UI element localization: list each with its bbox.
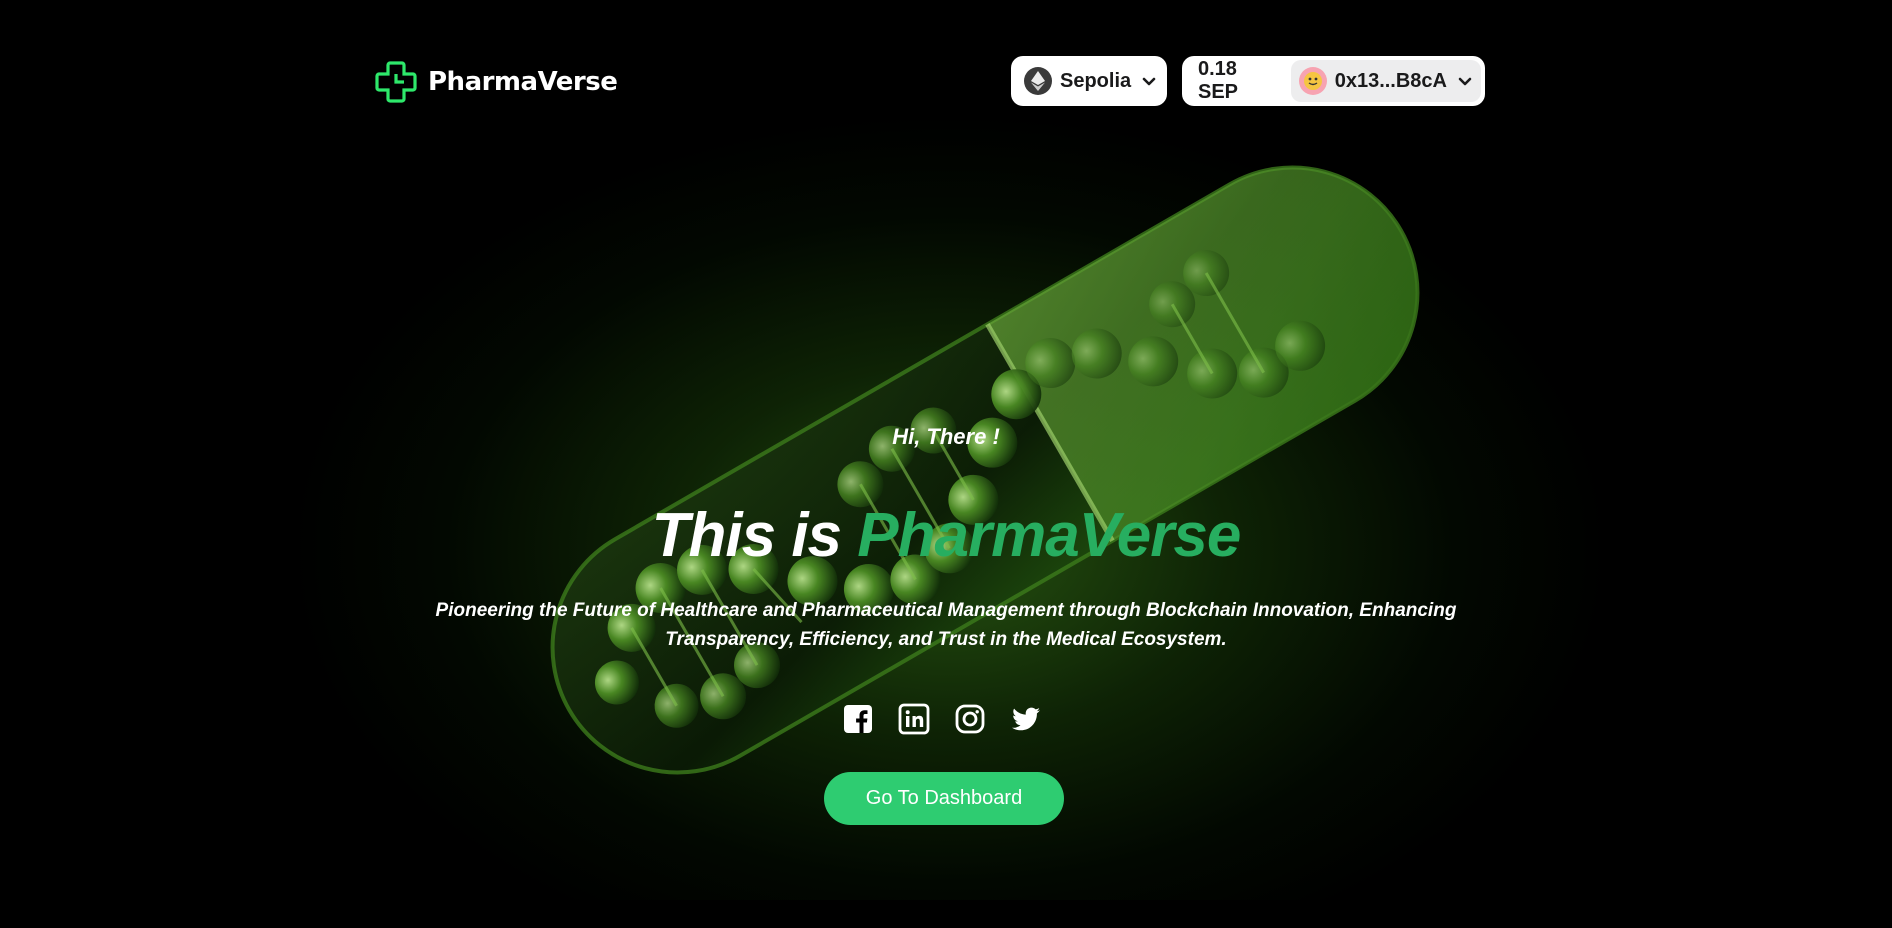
wallet-balance: 0.18 SEP	[1198, 58, 1239, 103]
headline-prefix: This is	[651, 501, 858, 570]
social-links	[842, 703, 1042, 735]
brand-logo[interactable]: PharmaVerse	[374, 60, 618, 104]
twitter-icon[interactable]	[1010, 703, 1042, 735]
hero-greeting: Hi, There !	[892, 424, 1000, 449]
avatar-icon	[1298, 67, 1327, 95]
instagram-icon[interactable]	[954, 703, 986, 735]
network-selector-button[interactable]: Sepolia	[1011, 56, 1167, 106]
account-address-pill[interactable]: 0x13...B8cA	[1290, 60, 1481, 102]
go-to-dashboard-button[interactable]: Go To Dashboard	[824, 772, 1064, 825]
account-address: 0x13...B8cA	[1334, 69, 1447, 92]
account-button[interactable]: 0.18 SEP 0x13...B8cA	[1182, 56, 1485, 106]
ethereum-icon	[1024, 67, 1052, 95]
facebook-icon[interactable]	[842, 703, 874, 735]
medical-cross-icon	[375, 61, 417, 103]
linkedin-icon[interactable]	[898, 703, 930, 735]
headline-accent: PharmaVerse	[857, 501, 1241, 570]
hero-headline: This is PharmaVerse	[0, 500, 1892, 571]
network-label: Sepolia	[1060, 69, 1132, 92]
landing-page: PharmaVerse Sepolia 0.18 SEP 0x13...B8cA…	[0, 0, 1892, 928]
chevron-down-icon	[1458, 77, 1472, 86]
hero-tagline: Pioneering the Future of Healthcare and …	[435, 600, 1457, 650]
brand-name: PharmaVerse	[428, 67, 618, 97]
chevron-down-icon	[1142, 77, 1156, 86]
